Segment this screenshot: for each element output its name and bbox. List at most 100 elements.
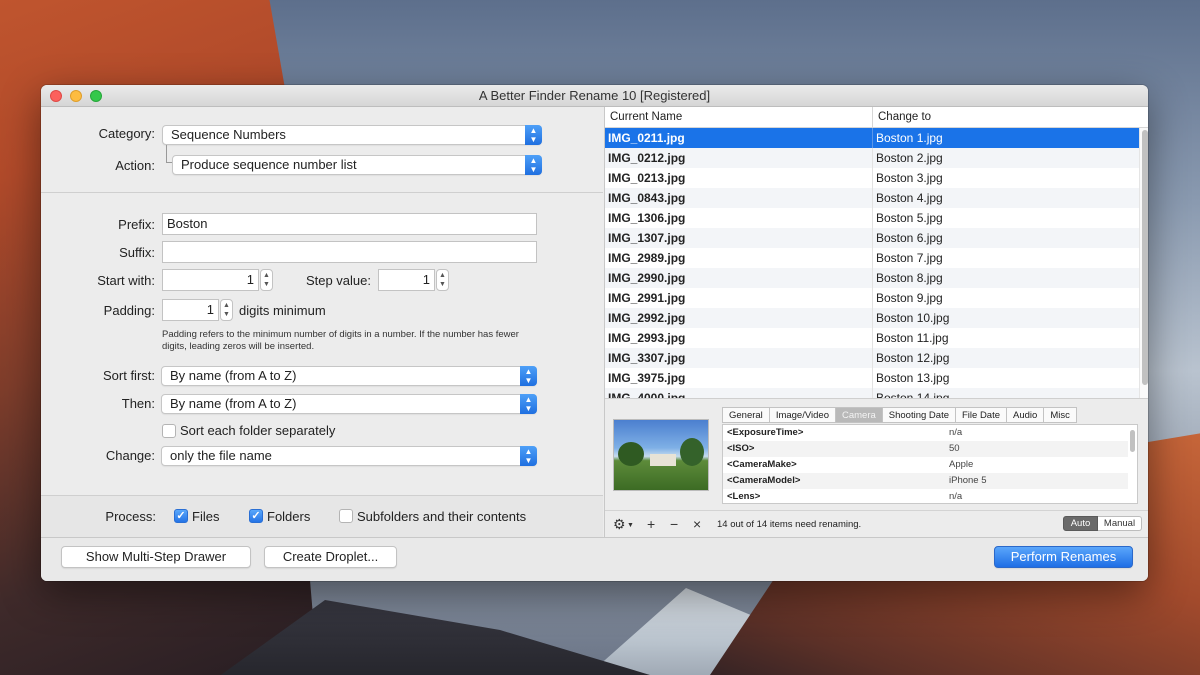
tab-image-video[interactable]: Image/Video <box>768 407 835 423</box>
zoom-window-button[interactable] <box>90 90 102 102</box>
step-value-stepper[interactable]: ▲ ▼ <box>436 269 449 291</box>
table-row[interactable]: IMG_0212.jpg Boston 2.jpg <box>605 148 1139 168</box>
then-label: Then: <box>121 396 155 411</box>
start-with-field[interactable]: 1 <box>162 269 259 291</box>
table-row[interactable]: IMG_4000.jpg Boston 14.jpg <box>605 388 1139 398</box>
file-list-scrollbar[interactable] <box>1139 128 1148 398</box>
preview-footer: ⚙ ▼ + − × 14 out of 14 items need renami… <box>605 510 1148 537</box>
padding-stepper[interactable]: ▲ ▼ <box>220 299 233 321</box>
metadata-list: <ExposureTime> n/a <ISO> 50 <CameraMake> Ap… <box>722 424 1138 504</box>
table-row[interactable]: IMG_0211.jpg Boston 1.jpg <box>605 128 1139 148</box>
create-droplet-button[interactable]: Create Droplet... <box>264 546 397 568</box>
table-row[interactable]: IMG_2992.jpg Boston 10.jpg <box>605 308 1139 328</box>
action-label: Action: <box>115 158 155 173</box>
metadata-row[interactable]: <Lens> n/a <box>723 489 1128 503</box>
window-title: A Better Finder Rename 10 [Registered] <box>478 88 711 103</box>
table-row[interactable]: IMG_2991.jpg Boston 9.jpg <box>605 288 1139 308</box>
app-window: A Better Finder Rename 10 [Registered] C… <box>41 85 1148 581</box>
show-multi-step-drawer-button[interactable]: Show Multi-Step Drawer <box>61 546 251 568</box>
category-section: Category: Sequence Numbers ▲ ▼ Action: Pr… <box>41 107 603 193</box>
table-row[interactable]: IMG_2993.jpg Boston 11.jpg <box>605 328 1139 348</box>
process-subfolders-checkbox[interactable] <box>339 509 353 523</box>
options-pane: Category: Sequence Numbers ▲ ▼ Action: Pr… <box>41 107 603 537</box>
padding-hint-line-1: Padding refers to the minimum number of … <box>162 329 519 340</box>
process-label: Process: <box>105 509 156 524</box>
prefix-field[interactable]: Boston <box>162 213 537 235</box>
metadata-row[interactable]: <CameraMake> Apple <box>723 457 1128 473</box>
padding-label: Padding: <box>103 303 155 318</box>
sort-first-value: By name (from A to Z) <box>170 368 297 383</box>
column-current-name[interactable]: Current Name <box>605 107 872 128</box>
padding-suffix-label: digits minimum <box>239 303 326 318</box>
start-with-stepper[interactable]: ▲ ▼ <box>260 269 273 291</box>
metadata-inspector: General Image/Video Camera Shooting Date… <box>605 398 1148 510</box>
auto-toggle[interactable]: Auto <box>1063 516 1098 531</box>
gear-menu-icon[interactable]: ⚙ <box>613 516 626 532</box>
tab-shooting-date[interactable]: Shooting Date <box>881 407 955 423</box>
table-row[interactable]: IMG_3975.jpg Boston 13.jpg <box>605 368 1139 388</box>
perform-renames-button[interactable]: Perform Renames <box>994 546 1133 568</box>
chevron-down-icon[interactable]: ▼ <box>627 518 634 534</box>
column-change-to[interactable]: Change to <box>872 107 1148 128</box>
table-row[interactable]: IMG_2990.jpg Boston 8.jpg <box>605 268 1139 288</box>
remove-icon[interactable]: − <box>670 516 678 532</box>
popup-arrows-icon: ▲ ▼ <box>525 155 542 175</box>
tab-file-date[interactable]: File Date <box>955 407 1007 423</box>
popup-arrows-icon: ▲ ▼ <box>520 446 537 466</box>
step-value-label: Step value: <box>305 273 371 288</box>
sort-first-label: Sort first: <box>102 368 155 383</box>
table-row[interactable]: IMG_1307.jpg Boston 6.jpg <box>605 228 1139 248</box>
manual-toggle[interactable]: Manual <box>1098 516 1142 531</box>
table-row[interactable]: IMG_3307.jpg Boston 12.jpg <box>605 348 1139 368</box>
start-with-label: Start with: <box>97 273 155 288</box>
clear-icon[interactable]: × <box>693 516 701 532</box>
metadata-row[interactable]: <CameraModel> iPhone 5 <box>723 473 1128 489</box>
change-popup[interactable]: only the file name ▲ ▼ <box>161 446 537 466</box>
metadata-scrollbar-thumb[interactable] <box>1130 430 1135 452</box>
process-folders-checkbox[interactable]: ✓ <box>249 509 263 523</box>
scrollbar-thumb[interactable] <box>1142 130 1148 385</box>
change-value: only the file name <box>170 448 272 463</box>
photo-thumbnail <box>613 419 709 491</box>
action-popup[interactable]: Produce sequence number list ▲ ▼ <box>172 155 542 175</box>
thumbnail-building <box>650 454 676 466</box>
action-value: Produce sequence number list <box>181 157 357 172</box>
table-row[interactable]: IMG_0843.jpg Boston 4.jpg <box>605 188 1139 208</box>
tab-audio[interactable]: Audio <box>1006 407 1044 423</box>
popup-arrows-icon: ▲ ▼ <box>520 394 537 414</box>
file-list: IMG_0211.jpg Boston 1.jpg IMG_0212.jpg Bos… <box>605 128 1139 398</box>
padding-hint-line-2: digits, leading zeros will be inserted. <box>162 341 315 352</box>
category-popup[interactable]: Sequence Numbers ▲ ▼ <box>162 125 542 145</box>
padding-field[interactable]: 1 <box>162 299 219 321</box>
sort-each-folder-checkbox[interactable] <box>162 424 176 438</box>
tab-camera[interactable]: Camera <box>834 407 882 423</box>
sort-each-folder-label: Sort each folder separately <box>180 423 336 438</box>
change-label: Change: <box>105 448 155 463</box>
close-window-button[interactable] <box>50 90 62 102</box>
metadata-row[interactable]: <ISO> 50 <box>723 441 1128 457</box>
title-bar: A Better Finder Rename 10 [Registered] <box>41 85 1148 107</box>
inspector-tabs: General Image/Video Camera Shooting Date… <box>722 407 1077 423</box>
table-row[interactable]: IMG_2989.jpg Boston 7.jpg <box>605 248 1139 268</box>
table-row[interactable]: IMG_0213.jpg Boston 3.jpg <box>605 168 1139 188</box>
suffix-label: Suffix: <box>119 245 155 260</box>
then-value: By name (from A to Z) <box>170 396 297 411</box>
tab-general[interactable]: General <box>722 407 769 423</box>
metadata-row[interactable]: <ExposureTime> n/a <box>723 425 1128 441</box>
table-header: Current Name Change to <box>605 107 1148 128</box>
then-popup[interactable]: By name (from A to Z) ▲ ▼ <box>161 394 537 414</box>
rename-status-text: 14 out of 14 items need renaming. <box>717 519 862 530</box>
minimize-window-button[interactable] <box>70 90 82 102</box>
table-row[interactable]: IMG_1306.jpg Boston 5.jpg <box>605 208 1139 228</box>
process-files-checkbox[interactable]: ✓ <box>174 509 188 523</box>
tab-misc[interactable]: Misc <box>1043 407 1077 423</box>
popup-arrows-icon: ▲ ▼ <box>520 366 537 386</box>
category-label: Category: <box>98 126 155 141</box>
popup-arrows-icon: ▲ ▼ <box>525 125 542 145</box>
thumbnail-tree <box>618 442 644 466</box>
suffix-field[interactable] <box>162 241 537 263</box>
prefix-label: Prefix: <box>118 217 155 232</box>
sort-first-popup[interactable]: By name (from A to Z) ▲ ▼ <box>161 366 537 386</box>
add-icon[interactable]: + <box>647 516 655 532</box>
step-value-field[interactable]: 1 <box>378 269 435 291</box>
